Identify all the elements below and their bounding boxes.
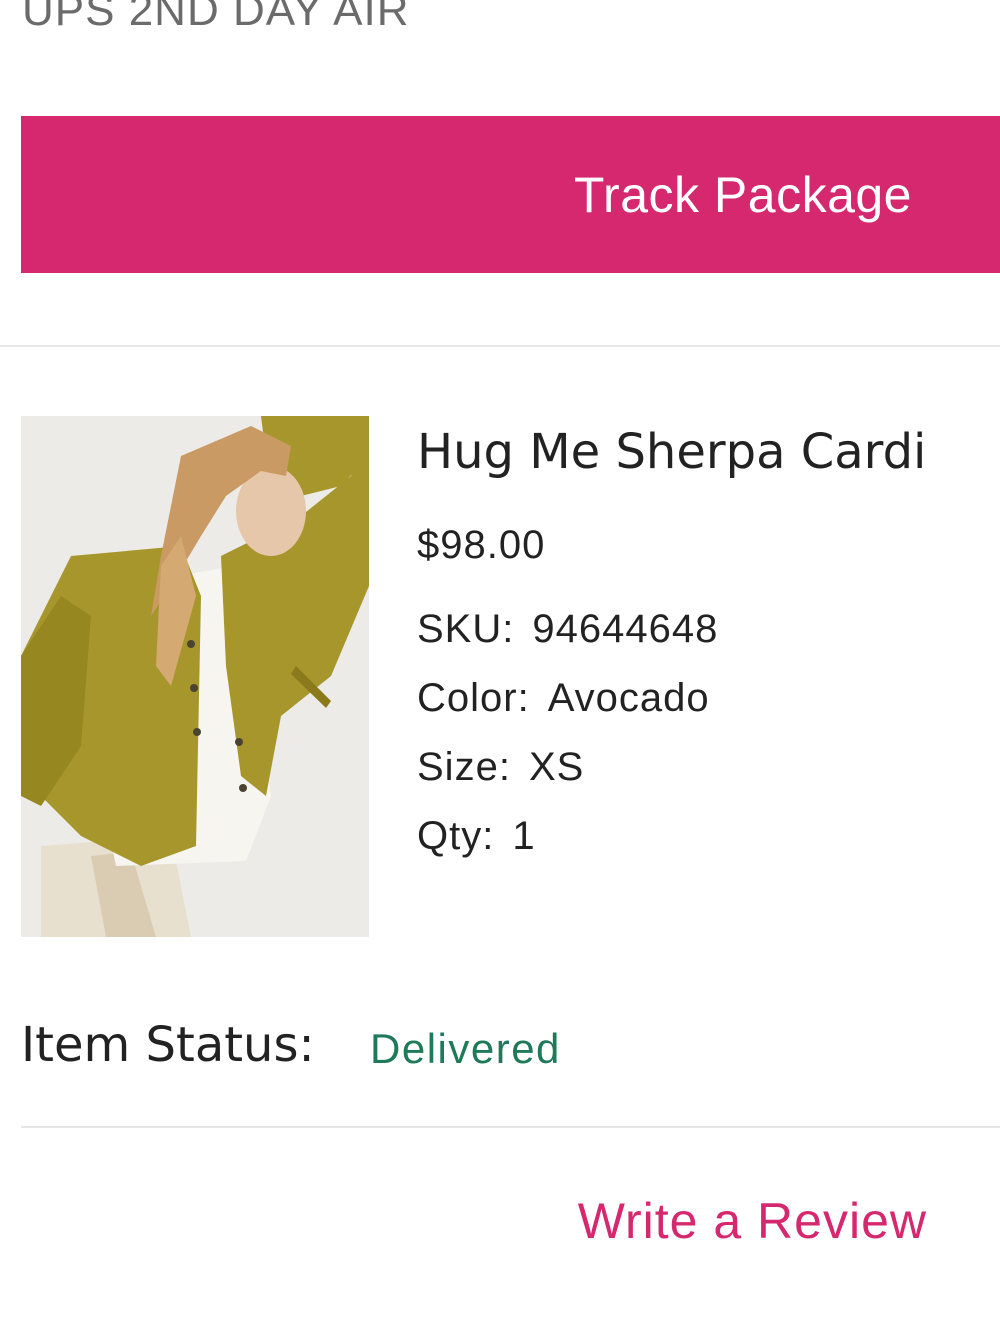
write-review-link[interactable]: Write a Review [578,1191,927,1251]
item-status-value: Delivered [370,1025,561,1072]
section-divider [21,1126,1000,1128]
color-label: Color: [417,676,530,720]
size-value: XS [528,745,585,789]
qty-value: 1 [512,814,536,858]
item-status-label: Item Status: [21,1017,315,1073]
sku-value: 94644648 [532,607,719,651]
product-sku: SKU: 94644648 [417,604,718,654]
product-quantity: Qty: 1 [417,811,536,861]
product-photo-cardigan-icon [21,416,369,937]
product-price: $98.00 [417,523,546,567]
qty-label: Qty: [417,814,495,858]
product-color: Color: Avocado [417,673,710,723]
product-image[interactable] [21,416,369,937]
product-name-link[interactable]: Hug Me Sherpa Cardi [417,420,926,484]
size-label: Size: [417,745,511,789]
color-value: Avocado [547,676,710,720]
product-size: Size: XS [417,742,584,792]
section-divider [0,345,1000,347]
shipping-method-label: UPS 2ND DAY AIR [22,0,410,35]
sku-label: SKU: [417,607,515,651]
track-package-button[interactable]: Track Package [21,116,1000,273]
track-package-label: Track Package [573,166,912,223]
order-item-page: UPS 2ND DAY AIR Track Package Hug Me She… [0,0,1000,1333]
